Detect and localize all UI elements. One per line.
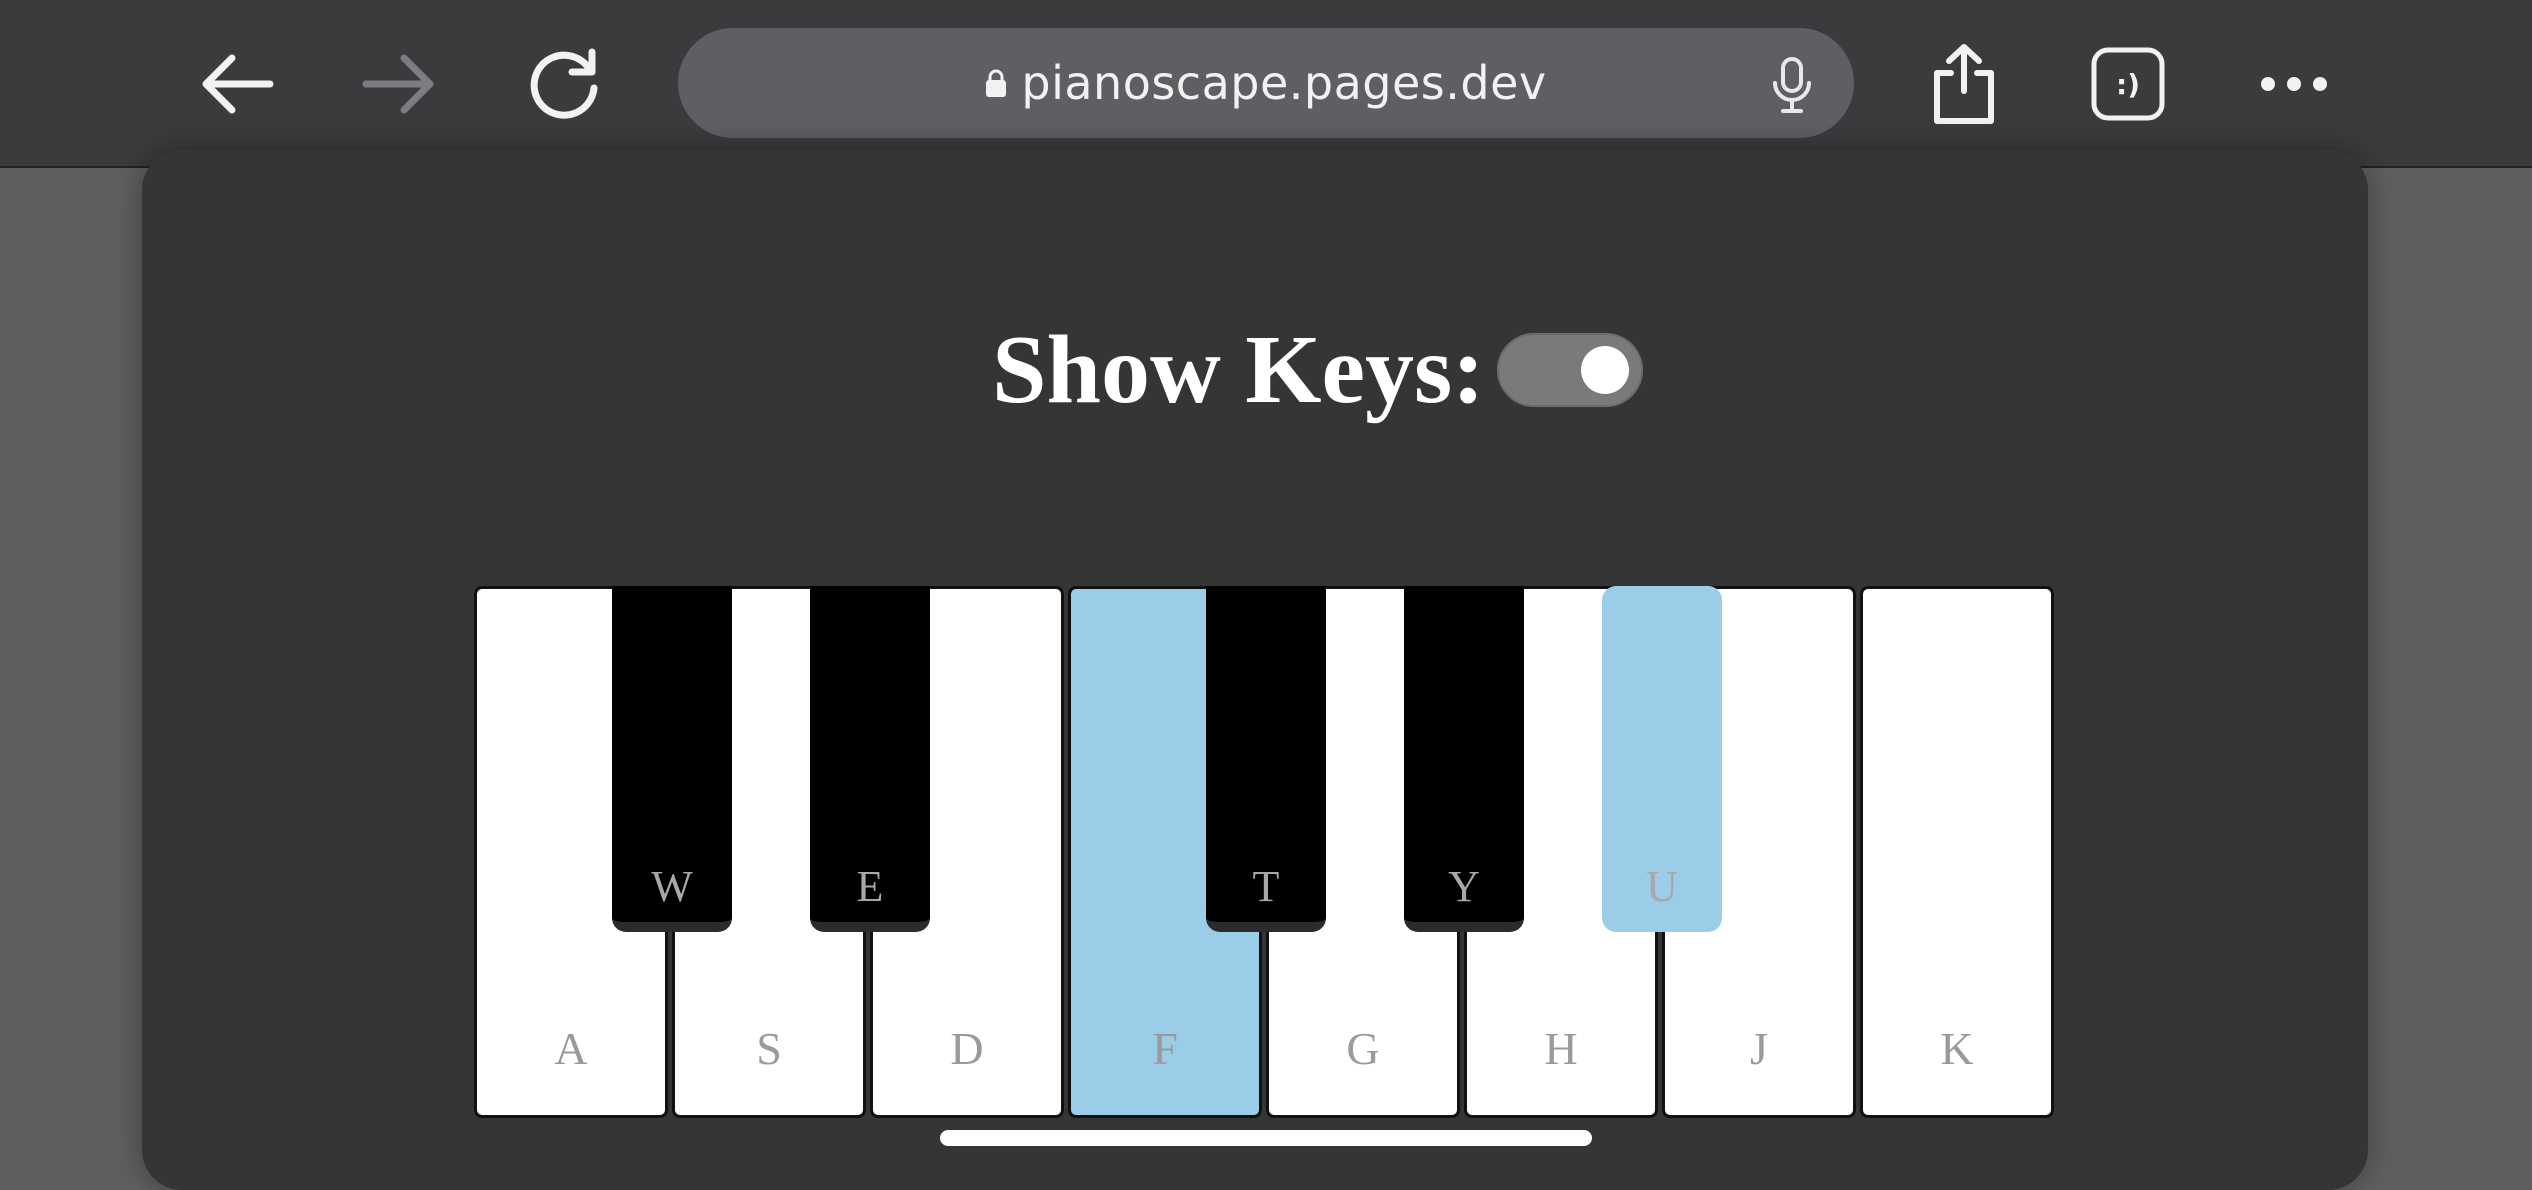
- show-keys-control: Show Keys:: [992, 312, 1643, 428]
- black-key-w[interactable]: W: [612, 586, 732, 932]
- tabs-icon: :): [2091, 47, 2165, 121]
- key-label: E: [856, 862, 884, 911]
- key-label: K: [1940, 1023, 1974, 1074]
- key-label: T: [1252, 862, 1280, 911]
- black-key-e[interactable]: E: [810, 586, 930, 932]
- black-key-t[interactable]: T: [1206, 586, 1326, 932]
- tabs-button[interactable]: :): [2078, 34, 2178, 134]
- more-button[interactable]: [2244, 34, 2344, 134]
- url-text: pianoscape.pages.dev: [1021, 56, 1547, 110]
- tabs-glyph: :): [2116, 68, 2140, 101]
- browser-toolbar: pianoscape.pages.dev :): [0, 0, 2532, 168]
- key-label: Y: [1448, 862, 1480, 911]
- forward-button[interactable]: [350, 34, 450, 134]
- microphone-icon: [1773, 57, 1811, 113]
- arrow-left-icon: [202, 54, 274, 114]
- key-label: A: [554, 1023, 588, 1074]
- key-label: W: [651, 862, 693, 911]
- key-label: H: [1544, 1023, 1578, 1074]
- show-keys-toggle[interactable]: [1496, 333, 1643, 407]
- share-button[interactable]: [1914, 34, 2014, 134]
- reload-button[interactable]: [516, 34, 616, 134]
- home-indicator: [940, 1130, 1592, 1146]
- reload-icon: [530, 48, 598, 119]
- piano-keyboard: A S D F G H J K W E T Y U: [474, 586, 2058, 1120]
- address-bar[interactable]: pianoscape.pages.dev: [678, 28, 1854, 138]
- share-icon: [1934, 44, 1994, 124]
- more-icon: [2261, 77, 2327, 91]
- key-label: F: [1152, 1023, 1178, 1074]
- key-label: J: [1750, 1023, 1768, 1074]
- black-key-y[interactable]: Y: [1404, 586, 1524, 932]
- key-label: S: [756, 1023, 782, 1074]
- back-button[interactable]: [186, 34, 286, 134]
- key-label: G: [1346, 1023, 1380, 1074]
- arrow-right-icon: [362, 54, 434, 114]
- key-label: U: [1646, 862, 1678, 911]
- key-label: D: [950, 1023, 984, 1074]
- black-key-u[interactable]: U: [1602, 586, 1722, 932]
- lock-icon: [986, 69, 1007, 97]
- microphone-button[interactable]: [1770, 56, 1814, 121]
- show-keys-label: Show Keys:: [992, 316, 1485, 424]
- toggle-knob: [1580, 346, 1629, 394]
- white-key-k[interactable]: K: [1860, 586, 2054, 1118]
